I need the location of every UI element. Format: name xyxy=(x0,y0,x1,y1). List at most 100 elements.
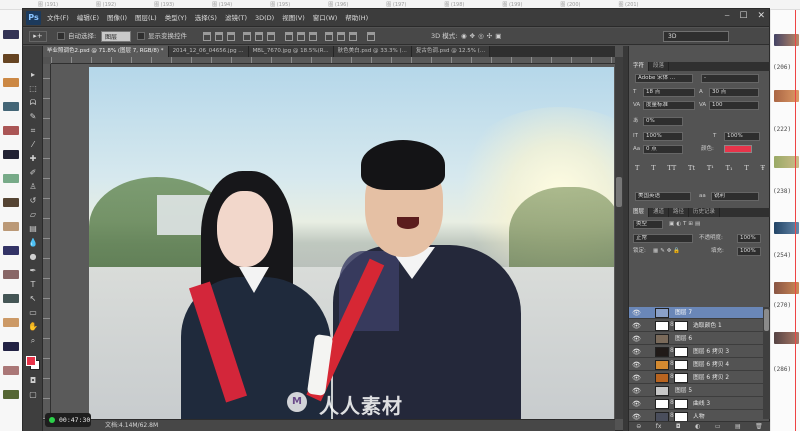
visibility-eye-icon[interactable]: 👁 xyxy=(632,373,641,383)
menu-item[interactable]: 视图(V) xyxy=(282,9,305,27)
layers-scroll-knob[interactable] xyxy=(764,309,769,331)
tab-layers[interactable]: 图层 xyxy=(629,208,650,217)
brush-tool-icon[interactable]: ✐ xyxy=(27,168,39,178)
layer-row[interactable]: 👁 图层 5 xyxy=(629,385,763,397)
visibility-eye-icon[interactable]: 👁 xyxy=(632,308,641,318)
lasso-tool-icon[interactable]: ᗣ xyxy=(27,98,39,108)
type-style-button[interactable]: T₁ xyxy=(726,164,733,174)
thumbnail[interactable] xyxy=(3,30,19,39)
marquee-tool-icon[interactable]: ⬚ xyxy=(27,84,39,94)
layer-thumbnail[interactable] xyxy=(655,308,669,318)
layer-thumbnail[interactable] xyxy=(655,347,669,357)
canvas-area[interactable]: M 人人素材 xyxy=(51,64,615,419)
document-tab[interactable]: 复古色调.psd @ 12.5% (... xyxy=(411,46,491,57)
layer-name[interactable]: 图层 7 xyxy=(675,307,692,319)
layer-filter-select[interactable]: 类型 xyxy=(633,220,663,229)
kerning-field[interactable]: 度量标准 xyxy=(643,101,695,110)
align-left-icon[interactable] xyxy=(243,32,251,41)
layers-action-icon[interactable]: fx xyxy=(656,422,662,431)
lock-icons[interactable]: ▦✎✥🔒 xyxy=(653,247,682,256)
layers-action-icon[interactable]: 🗑 xyxy=(755,422,763,431)
move-tool-preset-icon[interactable]: ▸+ xyxy=(29,31,47,42)
thumbnail[interactable] xyxy=(3,102,19,111)
menu-item[interactable]: 文件(F) xyxy=(47,9,69,27)
align-hcenter-icon[interactable] xyxy=(255,32,263,41)
layers-action-icon[interactable]: ⊖ xyxy=(636,422,641,431)
workspace-selector[interactable]: 3D xyxy=(663,31,729,42)
type-style-button[interactable]: Ŧ xyxy=(761,164,765,174)
menu-item[interactable]: 3D(D) xyxy=(255,9,274,27)
thumbnail[interactable] xyxy=(3,126,19,135)
eraser-tool-icon[interactable]: ▱ xyxy=(27,210,39,220)
layer-name[interactable]: 图层 6 拷贝 2 xyxy=(693,372,729,384)
shape-tool-icon[interactable]: ▭ xyxy=(27,308,39,318)
horizontal-scale-field[interactable]: 100% xyxy=(724,132,760,141)
layer-row[interactable]: 👁 8 图层 6 拷贝 4 xyxy=(629,359,763,371)
layer-thumbnail[interactable] xyxy=(655,386,669,396)
healing-brush-icon[interactable]: ✚ xyxy=(27,154,39,164)
align-right-icon[interactable] xyxy=(267,32,275,41)
layer-row[interactable]: 👁 图层 7 xyxy=(629,307,763,319)
distribute-top-icon[interactable] xyxy=(285,32,293,41)
minimize-button[interactable]: ⎯ xyxy=(725,11,730,21)
thumbnail[interactable] xyxy=(3,78,19,87)
layer-mask-thumbnail[interactable] xyxy=(674,360,688,370)
clone-stamp-icon[interactable]: ♙ xyxy=(27,182,39,192)
thumbnail[interactable] xyxy=(3,270,19,279)
path-select-icon[interactable]: ↖ xyxy=(27,294,39,304)
distribute-left-icon[interactable] xyxy=(325,32,333,41)
baseline-field[interactable]: 0 点 xyxy=(643,145,683,154)
text-color-swatch[interactable] xyxy=(724,145,752,153)
align-vcenter-icon[interactable] xyxy=(215,32,223,41)
align-bottom-icon[interactable] xyxy=(227,32,235,41)
maximize-button[interactable]: ☐ xyxy=(739,11,747,21)
menu-item[interactable]: 窗口(W) xyxy=(313,9,338,27)
quick-mask-icon[interactable]: ◘ xyxy=(27,376,39,386)
layers-scrollbar[interactable] xyxy=(763,307,770,419)
leading-field[interactable]: 30 点 xyxy=(709,88,759,97)
crop-tool-icon[interactable]: ⌗ xyxy=(27,126,39,136)
layer-mask-thumbnail[interactable] xyxy=(674,399,688,409)
dodge-tool-icon[interactable]: ● xyxy=(27,252,39,262)
layer-thumbnail[interactable] xyxy=(655,373,669,383)
document-size[interactable]: 文档:4.14M/62.8M xyxy=(105,420,158,431)
layer-row[interactable]: 👁 图层 6 xyxy=(629,333,763,345)
fill-field[interactable]: 100% xyxy=(737,247,761,256)
canvas-vertical-scrollbar[interactable] xyxy=(615,57,623,419)
tracking-field[interactable]: 100 xyxy=(709,101,759,110)
type-style-button[interactable]: Tt xyxy=(688,164,695,174)
layers-action-icon[interactable]: ◘ xyxy=(676,422,681,431)
document-tab[interactable]: 肤色美白.psd @ 33.3% (... xyxy=(333,46,412,57)
layer-thumbnail[interactable] xyxy=(655,334,669,344)
foreground-color-swatch[interactable] xyxy=(26,356,36,366)
font-style-select[interactable]: - xyxy=(701,74,759,83)
layer-row[interactable]: 👁 8 选取颜色 1 xyxy=(629,320,763,332)
layer-thumbnail[interactable] xyxy=(655,321,669,331)
visibility-eye-icon[interactable]: 👁 xyxy=(632,347,641,357)
thumbnail[interactable] xyxy=(3,174,19,183)
visibility-eye-icon[interactable]: 👁 xyxy=(632,399,641,409)
auto-select-checkbox[interactable] xyxy=(57,32,65,40)
thumbnail[interactable] xyxy=(3,198,19,207)
document-tab[interactable]: MBL_7670.jpg @ 18.5%(R... xyxy=(248,46,334,57)
visibility-eye-icon[interactable]: 👁 xyxy=(632,386,641,396)
tab-history[interactable]: 历史记录 xyxy=(689,208,721,217)
document-tab[interactable]: 2014_12_06_04656.jpg ... xyxy=(168,46,249,57)
move-tool-icon[interactable]: ▸ xyxy=(27,70,39,80)
distribute-hcenter-icon[interactable] xyxy=(337,32,345,41)
layer-name[interactable]: 选取颜色 1 xyxy=(693,320,722,332)
layer-thumbnail[interactable] xyxy=(655,360,669,370)
menu-item[interactable]: 滤镜(T) xyxy=(225,9,247,27)
thumbnail[interactable] xyxy=(3,342,19,351)
thumbnail[interactable] xyxy=(3,222,19,231)
auto-align-icon[interactable] xyxy=(367,32,375,41)
thumbnail[interactable] xyxy=(3,150,19,159)
opacity-field[interactable]: 100% xyxy=(737,234,761,243)
type-style-button[interactable]: T xyxy=(651,164,655,174)
distribute-vcenter-icon[interactable] xyxy=(297,32,305,41)
menu-item[interactable]: 图像(I) xyxy=(107,9,127,27)
visibility-eye-icon[interactable]: 👁 xyxy=(632,321,641,331)
thumbnail[interactable] xyxy=(3,390,19,399)
layer-name[interactable]: 曲线 3 xyxy=(693,398,710,410)
distribute-right-icon[interactable] xyxy=(349,32,357,41)
